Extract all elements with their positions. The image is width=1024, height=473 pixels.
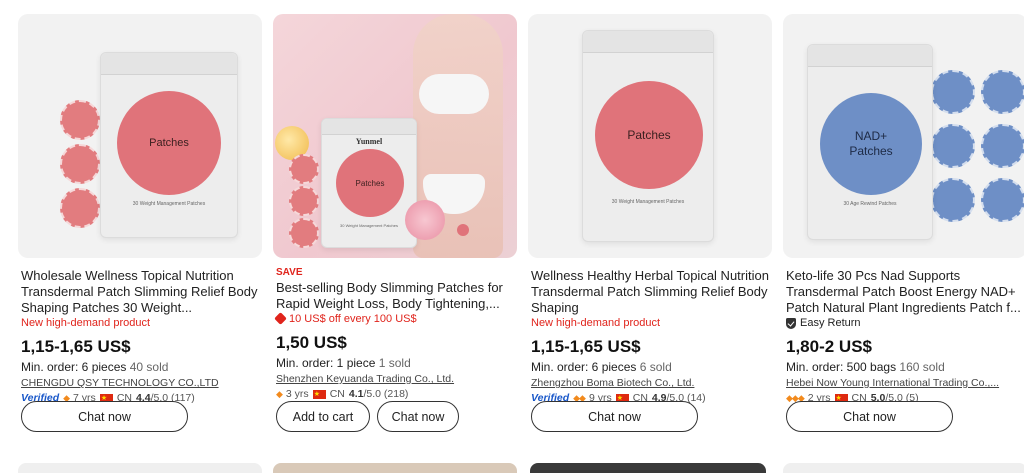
product-card[interactable]: Patches 30 Weight Management Patches Wel… <box>528 14 772 406</box>
card-actions: Chat now <box>786 401 953 432</box>
patch-dot <box>931 124 975 168</box>
product-card[interactable]: Yunmel Patches 30 Weight Management Patc… <box>273 14 517 402</box>
patch-dot <box>60 144 100 184</box>
pouch: Patches 30 Weight Management Patches <box>100 52 238 238</box>
patch-dot <box>981 124 1024 168</box>
image-label: Patches <box>149 137 189 149</box>
min-order: Min. order: 500 bags 160 sold <box>783 359 1024 376</box>
chat-now-button[interactable]: Chat now <box>531 401 698 432</box>
country: CN <box>329 388 345 400</box>
patch-circle: Patches <box>595 81 703 189</box>
coupon-icon <box>274 312 287 325</box>
rating: 4.1/5.0 (218) <box>349 387 409 402</box>
card-actions: Chat now <box>531 401 698 432</box>
image-label: Patches <box>627 128 671 142</box>
min-order-text: Min. order: 500 bags <box>786 360 897 374</box>
image-label: NAD+ Patches <box>849 129 893 158</box>
supplier-link[interactable]: Shenzhen Keyuanda Trading Co., Ltd. <box>273 372 517 387</box>
card-actions: Add to cart Chat now <box>276 401 459 432</box>
product-tag: New high-demand product <box>21 317 151 329</box>
chat-now-button[interactable]: Chat now <box>786 401 953 432</box>
product-image[interactable]: Patches 30 Weight Management Patches <box>528 14 772 258</box>
product-card[interactable]: NAD+ Patches 30 Age Rewind Patches Keto-… <box>783 14 1024 406</box>
diamond-icon: ◆ <box>276 389 283 399</box>
shield-check-icon <box>786 318 796 329</box>
product-image[interactable]: NAD+ Patches 30 Age Rewind Patches <box>783 14 1024 258</box>
sold-count: 6 sold <box>639 360 672 374</box>
image-sublabel: 30 Weight Management Patches <box>132 201 206 207</box>
next-product-image[interactable] <box>783 463 1024 473</box>
patch-circle: Patches <box>336 149 404 217</box>
min-order: Min. order: 1 piece 1 sold <box>273 355 517 372</box>
card-actions: Chat now <box>21 401 188 432</box>
product-price: 1,15-1,65 US$ <box>531 337 641 356</box>
patch-dot <box>289 154 319 184</box>
save-badge: SAVE <box>276 267 303 278</box>
patch-dot <box>60 100 100 140</box>
pouch: Yunmel Patches 30 Weight Management Patc… <box>321 118 417 248</box>
product-tag: New high-demand product <box>531 317 661 329</box>
min-order-text: Min. order: 1 piece <box>276 356 376 370</box>
chat-now-button[interactable]: Chat now <box>21 401 188 432</box>
years: 3 yrs <box>285 388 309 400</box>
sold-count: 160 sold <box>899 360 945 374</box>
product-title[interactable]: Wholesale Wellness Topical Nutrition Tra… <box>18 268 262 316</box>
next-product-image[interactable] <box>18 463 262 473</box>
supplier-link[interactable]: Zhengzhou Boma Biotech Co., Ltd. <box>528 376 772 391</box>
coupon-tag: 10 US$ off every 100 US$ <box>273 312 517 327</box>
patch-dot <box>931 178 975 222</box>
flower-icon <box>405 200 445 240</box>
sold-count: 1 sold <box>378 356 411 370</box>
min-order: Min. order: 6 pieces 40 sold <box>18 359 262 376</box>
patch-dot <box>981 70 1024 114</box>
next-product-image[interactable] <box>273 463 517 473</box>
next-product-image[interactable] <box>530 463 766 473</box>
pouch: NAD+ Patches 30 Age Rewind Patches <box>807 44 933 240</box>
image-sublabel: 30 Weight Management Patches <box>340 223 398 228</box>
chat-now-button[interactable]: Chat now <box>377 401 459 432</box>
patch-dot <box>931 70 975 114</box>
patch-circle: NAD+ Patches <box>820 93 922 195</box>
sold-count: 40 sold <box>129 360 169 374</box>
product-image[interactable]: Patches 30 Weight Management Patches <box>18 14 262 258</box>
product-title[interactable]: Keto-life 30 Pcs Nad Supports Transderma… <box>783 268 1024 316</box>
coupon-text: 10 US$ off every 100 US$ <box>289 313 417 325</box>
image-label: Patches <box>355 178 385 188</box>
product-price: 1,50 US$ <box>276 333 347 352</box>
product-card[interactable]: Patches 30 Weight Management Patches Who… <box>18 14 262 406</box>
supplier-link[interactable]: Hebei Now Young International Trading Co… <box>783 376 1024 391</box>
product-price: 1,80-2 US$ <box>786 337 872 356</box>
patch-dot <box>289 218 319 248</box>
patch-circle: Patches <box>117 91 221 195</box>
product-title[interactable]: Wellness Healthy Herbal Topical Nutritio… <box>528 268 772 316</box>
product-image[interactable]: Yunmel Patches 30 Weight Management Patc… <box>273 14 517 258</box>
pouch: Patches 30 Weight Management Patches <box>582 30 714 242</box>
supplier-meta: ◆ 3 yrs CN 4.1/5.0 (218) <box>273 387 517 402</box>
image-sublabel: 30 Weight Management Patches <box>611 199 685 205</box>
brand-label: Yunmel <box>355 137 383 146</box>
rating-score: 4.1 <box>348 388 364 400</box>
product-title[interactable]: Best-selling Body Slimming Patches for R… <box>273 280 517 312</box>
patch-dot <box>457 224 469 236</box>
rating-suffix: /5.0 (218) <box>363 388 409 400</box>
easy-return-tag: Easy Return <box>783 316 1024 331</box>
easy-return-text: Easy Return <box>800 317 861 329</box>
cn-flag-icon <box>312 387 326 402</box>
min-order: Min. order: 6 pieces 6 sold <box>528 359 772 376</box>
add-to-cart-button[interactable]: Add to cart <box>276 401 370 432</box>
model-top <box>419 74 489 114</box>
product-price: 1,15-1,65 US$ <box>21 337 131 356</box>
image-sublabel: 30 Age Rewind Patches <box>843 201 897 207</box>
patch-dot <box>60 188 100 228</box>
min-order-text: Min. order: 6 pieces <box>21 360 127 374</box>
supplier-link[interactable]: CHENGDU QSY TECHNOLOGY CO.,LTD <box>18 376 262 391</box>
patch-dot <box>289 186 319 216</box>
min-order-text: Min. order: 6 pieces <box>531 360 637 374</box>
patch-dot <box>981 178 1024 222</box>
